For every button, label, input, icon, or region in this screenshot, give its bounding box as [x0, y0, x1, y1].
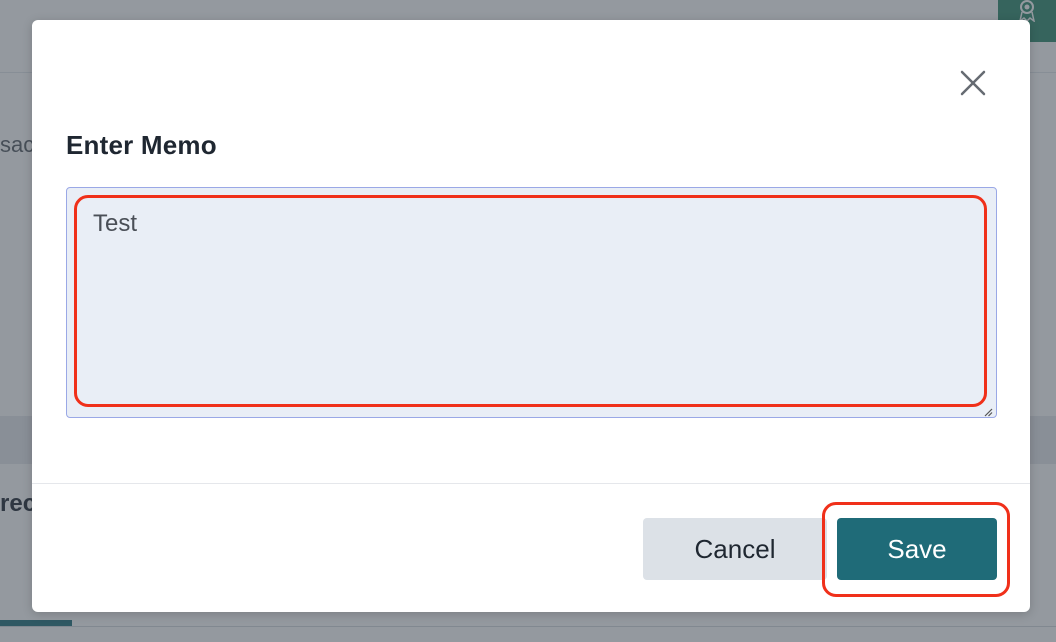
dialog-title: Enter Memo [66, 130, 217, 160]
close-button[interactable] [956, 68, 990, 102]
cancel-button[interactable]: Cancel [643, 518, 827, 580]
close-icon [960, 70, 986, 101]
memo-field-container: Test [66, 187, 997, 418]
save-button[interactable]: Save [837, 518, 997, 580]
memo-textarea[interactable]: Test [67, 188, 996, 417]
footer-divider [32, 483, 1030, 484]
memo-dialog: Enter Memo Test Cancel Save [32, 20, 1030, 612]
resize-handle-icon[interactable] [983, 404, 993, 417]
